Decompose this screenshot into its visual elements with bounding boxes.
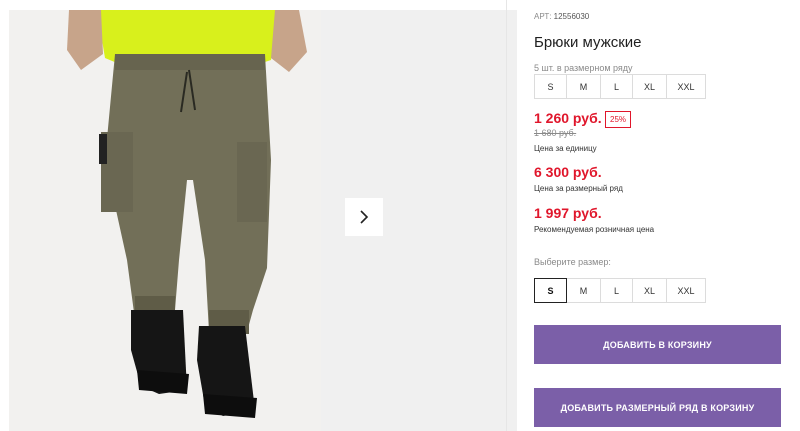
product-photo-image	[9, 10, 321, 431]
sku-label: АРТ:	[534, 12, 552, 21]
size-option-xxl[interactable]: XXL	[666, 278, 706, 303]
pack-price-note: Цена за размерный ряд	[534, 184, 623, 193]
chevron-right-icon	[360, 210, 369, 224]
product-photo[interactable]	[9, 10, 321, 431]
product-title: Брюки мужские	[534, 34, 642, 51]
product-gallery	[0, 0, 520, 431]
size-option-s[interactable]: S	[534, 278, 567, 303]
retail-price: 1 997 руб.	[534, 205, 602, 221]
divider	[506, 0, 507, 431]
discount-badge: 25%	[605, 111, 632, 128]
pack-size-l: L	[600, 74, 633, 99]
pack-price: 6 300 руб.	[534, 164, 602, 180]
size-option-xl[interactable]: XL	[632, 278, 667, 303]
pack-size-xxl: XXL	[666, 74, 706, 99]
sku-value: 12556030	[553, 12, 590, 21]
retail-price-note: Рекомендуемая розничная цена	[534, 225, 655, 234]
pack-size-m: M	[566, 74, 601, 99]
size-option-m[interactable]: M	[566, 278, 601, 303]
pack-size-s: S	[534, 74, 567, 99]
gallery-next-button[interactable]	[345, 198, 383, 236]
size-selector: S M L XL XXL	[534, 278, 706, 303]
pack-note: 5 шт. в размерном ряду	[534, 63, 633, 73]
add-pack-to-cart-button[interactable]: ДОБАВИТЬ РАЗМЕРНЫЙ РЯД В КОРЗИНУ	[534, 388, 781, 427]
pack-size-xl: XL	[632, 74, 667, 99]
old-price: 1 680 руб.	[534, 128, 577, 138]
unit-price: 1 260 руб.	[534, 110, 602, 126]
add-to-cart-button[interactable]: ДОБАВИТЬ В КОРЗИНУ	[534, 325, 781, 364]
size-select-label: Выберите размер:	[534, 257, 611, 267]
product-sku: АРТ: 12556030	[534, 12, 589, 21]
pack-size-list: S M L XL XXL	[534, 74, 706, 99]
unit-price-note: Цена за единицу	[534, 144, 597, 153]
size-option-l[interactable]: L	[600, 278, 633, 303]
